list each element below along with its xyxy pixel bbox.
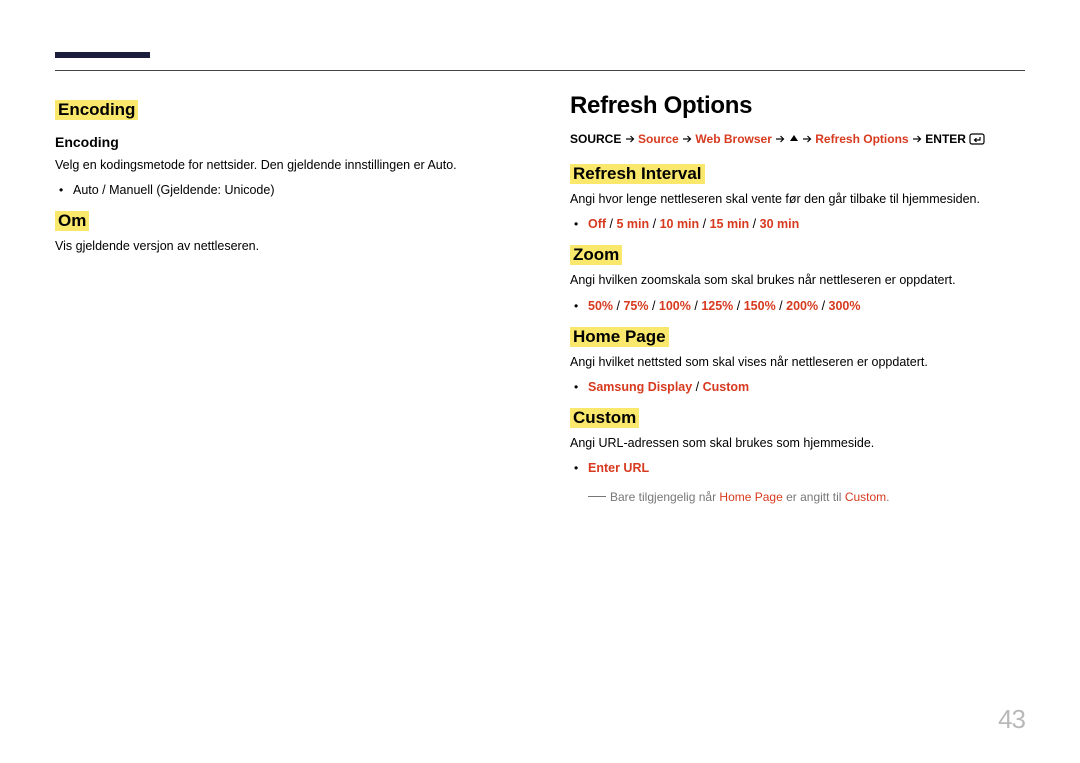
custom-description: Angi URL-adressen som skal brukes som hj… bbox=[570, 434, 1025, 452]
separator: / bbox=[776, 299, 786, 313]
arrow-right-icon bbox=[625, 131, 635, 149]
om-description: Vis gjeldende versjon av nettleseren. bbox=[55, 237, 510, 255]
separator: / bbox=[818, 299, 828, 313]
encoding-heading: Encoding bbox=[55, 100, 510, 120]
encoding-description: Velg en kodingsmetode for nettsider. Den… bbox=[55, 156, 510, 174]
path-source: SOURCE bbox=[570, 132, 621, 146]
left-column: Encoding Encoding Velg en kodingsmetode … bbox=[55, 92, 520, 504]
opt-50: 50% bbox=[588, 299, 613, 313]
separator: / bbox=[733, 299, 743, 313]
refresh-interval-option-row: Off / 5 min / 10 min / 15 min / 30 min bbox=[588, 214, 1025, 235]
opt-15min: 15 min bbox=[710, 217, 750, 231]
zoom-description: Angi hvilken zoomskala som skal brukes n… bbox=[570, 271, 1025, 289]
note-dash-icon bbox=[588, 496, 606, 497]
page-number: 43 bbox=[998, 704, 1025, 735]
path-refresh-options: Refresh Options bbox=[815, 132, 908, 146]
custom-heading: Custom bbox=[570, 408, 1025, 428]
separator: / bbox=[606, 217, 616, 231]
home-page-description: Angi hvilket nettsted som skal vises når… bbox=[570, 353, 1025, 371]
header-accent-bar bbox=[55, 52, 150, 58]
manual-page: Encoding Encoding Velg en kodingsmetode … bbox=[0, 0, 1080, 763]
note-text-pre: Bare tilgjengelig når bbox=[610, 490, 719, 504]
right-column: Refresh Options SOURCE Source Web Browse… bbox=[570, 92, 1025, 504]
opt-custom: Custom bbox=[703, 380, 750, 394]
separator: / bbox=[699, 217, 709, 231]
home-page-heading-text: Home Page bbox=[570, 327, 669, 347]
opt-samsung-display: Samsung Display bbox=[588, 380, 692, 394]
home-page-option-row: Samsung Display / Custom bbox=[588, 377, 1025, 398]
refresh-options-title: Refresh Options bbox=[570, 92, 1025, 120]
arrow-right-icon bbox=[912, 131, 922, 149]
opt-300: 300% bbox=[829, 299, 861, 313]
refresh-interval-description: Angi hvor lenge nettleseren skal vente f… bbox=[570, 190, 1025, 208]
opt-100: 100% bbox=[659, 299, 691, 313]
zoom-heading-text: Zoom bbox=[570, 245, 622, 265]
separator: / bbox=[692, 380, 702, 394]
opt-150: 150% bbox=[744, 299, 776, 313]
path-web-browser: Web Browser bbox=[695, 132, 771, 146]
separator: / bbox=[691, 299, 701, 313]
arrow-right-icon bbox=[802, 131, 812, 149]
note-text-post: . bbox=[886, 490, 889, 504]
menu-path: SOURCE Source Web Browser Refresh Option… bbox=[570, 130, 1025, 150]
opt-30min: 30 min bbox=[760, 217, 800, 231]
custom-note: Bare tilgjengelig når Home Page er angit… bbox=[588, 490, 1025, 504]
separator: / bbox=[613, 299, 623, 313]
note-home-page: Home Page bbox=[719, 490, 782, 504]
opt-10min: 10 min bbox=[660, 217, 700, 231]
separator: / bbox=[749, 217, 759, 231]
separator: / bbox=[648, 299, 658, 313]
opt-200: 200% bbox=[786, 299, 818, 313]
zoom-heading: Zoom bbox=[570, 245, 1025, 265]
custom-option-row: Enter URL bbox=[588, 458, 1025, 479]
opt-enter-url: Enter URL bbox=[588, 461, 649, 475]
opt-5min: 5 min bbox=[616, 217, 649, 231]
home-page-heading: Home Page bbox=[570, 327, 1025, 347]
up-triangle-icon bbox=[789, 132, 799, 146]
zoom-option-row: 50% / 75% / 100% / 125% / 150% / 200% / … bbox=[588, 296, 1025, 317]
arrow-right-icon bbox=[682, 131, 692, 149]
refresh-interval-options: Off / 5 min / 10 min / 15 min / 30 min bbox=[570, 214, 1025, 235]
opt-75: 75% bbox=[623, 299, 648, 313]
om-heading: Om bbox=[55, 211, 510, 231]
home-page-options: Samsung Display / Custom bbox=[570, 377, 1025, 398]
header-rule bbox=[55, 70, 1025, 71]
encoding-option: Auto / Manuell (Gjeldende: Unicode) bbox=[73, 180, 510, 201]
arrow-right-icon bbox=[775, 131, 785, 149]
note-custom: Custom bbox=[845, 490, 886, 504]
om-heading-text: Om bbox=[55, 211, 89, 231]
encoding-options-list: Auto / Manuell (Gjeldende: Unicode) bbox=[55, 180, 510, 201]
refresh-interval-heading: Refresh Interval bbox=[570, 164, 1025, 184]
path-enter: ENTER bbox=[925, 132, 966, 146]
separator: / bbox=[649, 217, 659, 231]
opt-off: Off bbox=[588, 217, 606, 231]
path-source-red: Source bbox=[638, 132, 679, 146]
note-text-mid: er angitt til bbox=[783, 490, 845, 504]
custom-options: Enter URL bbox=[570, 458, 1025, 479]
custom-heading-text: Custom bbox=[570, 408, 639, 428]
zoom-options: 50% / 75% / 100% / 125% / 150% / 200% / … bbox=[570, 296, 1025, 317]
encoding-subheading: Encoding bbox=[55, 134, 510, 150]
refresh-interval-heading-text: Refresh Interval bbox=[570, 164, 705, 184]
enter-icon bbox=[969, 132, 985, 150]
encoding-heading-text: Encoding bbox=[55, 100, 138, 120]
opt-125: 125% bbox=[701, 299, 733, 313]
content-columns: Encoding Encoding Velg en kodingsmetode … bbox=[55, 92, 1025, 504]
